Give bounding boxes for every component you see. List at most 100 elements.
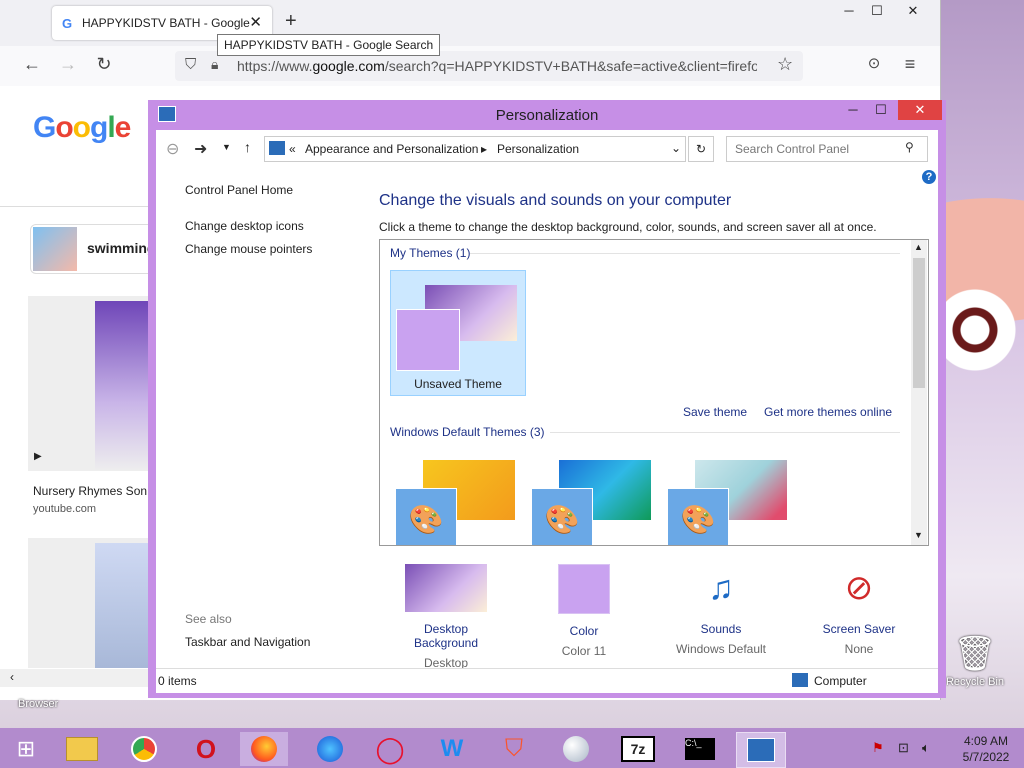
computer-icon [792,673,808,687]
help-icon[interactable]: ? [922,170,936,184]
search-icon[interactable]: ⚲ [905,140,914,154]
breadcrumb-overflow[interactable]: « [289,142,296,156]
globe-icon[interactable] [552,732,600,766]
change-mouse-pointers-link[interactable]: Change mouse pointers [185,242,312,256]
desktop-background-item[interactable]: Desktop Background Desktop Background [391,564,501,684]
opera-gx-icon[interactable]: ◯ [366,732,414,766]
forward-icon[interactable]: → [56,54,80,75]
close-tab-icon[interactable]: ✕ [249,13,262,31]
screen-saver-item[interactable]: ⊘ Screen Saver None [804,564,914,656]
refresh-icon[interactable]: ↻ [688,136,714,162]
color-link[interactable]: Color [529,624,639,638]
reload-icon[interactable]: ↻ [92,54,116,75]
color-item[interactable]: Color Color 11 [529,564,639,658]
start-button[interactable]: ⊞ [2,732,50,766]
breadcrumb-appearance[interactable]: Appearance and Personalization [305,142,478,156]
command-prompt-icon[interactable]: C:\_ [676,732,724,766]
bookmark-star-icon[interactable]: ☆ [777,54,793,75]
color-palette-icon: 🎨 [667,488,729,545]
control-panel-home-link[interactable]: Control Panel Home [185,183,293,197]
recycle-bin-label: Recycle Bin [945,676,1005,688]
color-swatch-icon [558,564,610,614]
desktop-icon-label[interactable]: Browser [18,698,58,710]
result-card-2[interactable] [28,538,153,668]
forward-icon[interactable]: ➜ [194,139,207,159]
minimize-button[interactable]: ─ [840,100,866,120]
result-caption[interactable]: Nursery Rhymes Son [33,484,147,498]
suggestion-text: swimming [87,240,156,256]
theme-color-swatch [396,309,460,371]
play-icon: ▶ [34,451,42,462]
search-input[interactable]: Search Control Panel ⚲ [726,136,928,162]
pocket-icon[interactable]: ⊙ [862,54,886,72]
breadcrumb-personalization[interactable]: Personalization [497,142,579,156]
network-icon[interactable]: ⊡ [898,740,909,756]
clock[interactable]: 4:09 AM 5/7/2022 [952,733,1020,765]
get-more-themes-link[interactable]: Get more themes online [764,405,892,419]
color-value: Color 11 [561,644,607,658]
google-logo[interactable]: Google [33,111,131,145]
divider [550,432,900,433]
chevron-down-icon[interactable]: ⌄ [671,141,681,155]
sounds-icon: ♫ [708,569,734,607]
back-icon[interactable]: ← [20,54,44,75]
sounds-link[interactable]: Sounds [666,622,776,636]
screen-saver-link[interactable]: Screen Saver [804,622,914,636]
back-icon[interactable]: ⊖ [166,139,179,159]
scrollbar-thumb[interactable] [913,258,925,388]
taskbar: ⊞ O ◯ W ⛉ 7z C:\_ ⚑ ⊡ 🔈︎ 4:09 AM 5/7/202… [0,728,1024,768]
see-also-heading: See also [185,612,232,626]
sounds-item[interactable]: ♫ Sounds Windows Default [666,564,776,656]
sevenzip-icon[interactable]: 7z [614,732,662,766]
brave-icon[interactable]: ⛉ [490,732,538,766]
control-panel-taskbar-icon[interactable] [736,732,786,768]
tab-bar: G HAPPYKIDSTV BATH - Google ✕ + ─ ☐ ✕ [0,0,940,46]
tab-title: HAPPYKIDSTV BATH - Google [82,16,250,30]
personalization-window: Personalization ─ ☐ ✕ ⊖ ➜ ▼ ↑ « Appearan… [148,100,946,698]
waterfox-icon[interactable]: W [428,732,476,766]
lock-icon[interactable]: 🔒︎ [211,56,218,73]
close-button[interactable]: ✕ [890,0,936,24]
action-center-icon[interactable]: ⚑ [872,740,884,756]
my-themes-heading: My Themes (1) [390,246,471,260]
volume-icon[interactable]: 🔈︎ [922,740,930,756]
menu-icon[interactable]: ≡ [898,54,922,75]
scroll-down-icon[interactable]: ▼ [914,530,923,540]
trash-icon: 🗑 [953,635,997,673]
address-bar[interactable]: « Appearance and Personalization ▸ Perso… [264,136,686,162]
result-thumbnail [95,301,153,471]
horizontal-scrollbar[interactable]: ‹ [0,669,150,687]
screen-saver-value: None [844,642,874,656]
close-button[interactable]: ✕ [898,100,942,120]
window-body: ⊖ ➜ ▼ ↑ « Appearance and Personalization… [156,130,938,693]
firefox-icon[interactable] [240,732,288,766]
theme-windows-tile[interactable]: 🎨 [395,455,517,545]
url-prefix: https://www. [237,58,313,74]
theme-lines-tile[interactable]: 🎨 [531,455,653,545]
file-explorer-icon[interactable] [58,732,106,766]
new-tab-button[interactable]: + [285,10,297,33]
recycle-bin-icon[interactable]: 🗑 Recycle Bin [940,632,1010,688]
theme-flowers-tile[interactable]: 🎨 [667,455,789,545]
up-icon[interactable]: ↑ [244,139,251,155]
scroll-left-icon[interactable]: ‹ [10,670,14,684]
firefox-dev-icon[interactable] [306,732,354,766]
maximize-button[interactable]: ☐ [868,100,894,120]
desktop-background-icon [405,564,487,612]
change-desktop-icons-link[interactable]: Change desktop icons [185,219,304,233]
scroll-up-icon[interactable]: ▲ [914,242,923,252]
recent-dropdown-icon[interactable]: ▼ [222,142,231,152]
opera-icon[interactable]: O [182,732,230,766]
save-theme-link[interactable]: Save theme [683,405,747,419]
title-bar[interactable]: Personalization ─ ☐ ✕ [148,100,946,130]
result-card[interactable]: ▶ [28,296,153,471]
result-thumbnail-2 [95,543,153,668]
breadcrumb-arrow-icon[interactable]: ▸ [481,142,487,156]
unsaved-theme-tile[interactable]: Unsaved Theme [390,270,526,396]
taskbar-navigation-link[interactable]: Taskbar and Navigation [185,635,310,649]
page-subtitle: Click a theme to change the desktop back… [379,220,877,234]
chrome-icon[interactable] [120,732,168,766]
desktop-background-link[interactable]: Desktop Background [391,622,501,650]
url-path: /search?q=HAPPYKIDSTV+BATH&safe=active&c… [384,58,757,74]
shield-icon[interactable]: ⛉ [185,56,196,73]
